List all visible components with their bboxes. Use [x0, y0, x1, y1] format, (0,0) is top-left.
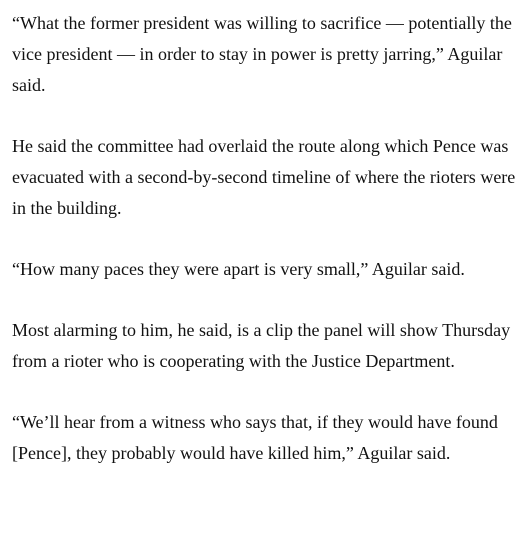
article-body: “What the former president was willing t… [12, 8, 518, 469]
article-paragraph: “We’ll hear from a witness who says that… [12, 412, 498, 463]
article-paragraph: “What the former president was willing t… [12, 13, 512, 95]
article-paragraph: “How many paces they were apart is very … [12, 259, 465, 279]
article-paragraph: Most alarming to him, he said, is a clip… [12, 320, 511, 371]
article-paragraph: He said the committee had overlaid the r… [12, 136, 516, 218]
